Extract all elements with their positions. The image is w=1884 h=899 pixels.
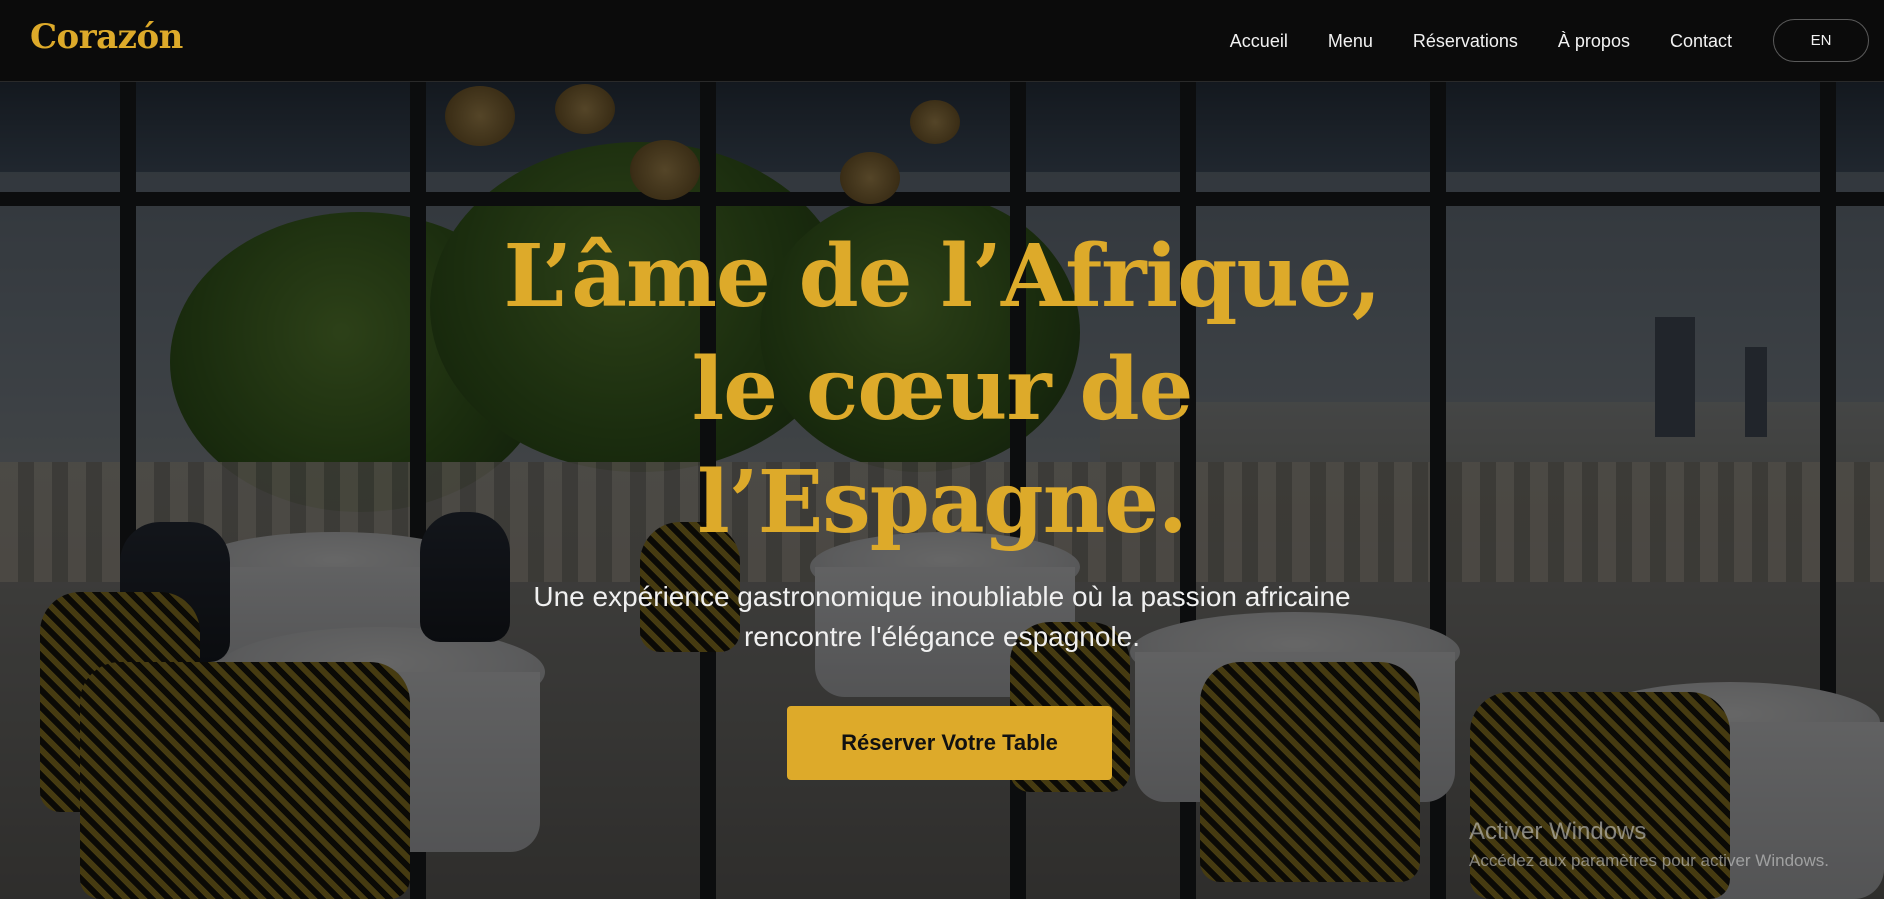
reserve-table-button[interactable]: Réserver Votre Table: [787, 706, 1112, 780]
hero-title: L’âme de l’Afrique, le cœur de l’Espagne…: [442, 220, 1442, 559]
nav-link-contact[interactable]: Contact: [1670, 31, 1732, 52]
nav-link-menu[interactable]: Menu: [1328, 31, 1373, 52]
hero-title-line-3: l’Espagne.: [697, 452, 1188, 553]
hero-subtitle-line-2: rencontre l'élégance espagnole.: [743, 621, 1141, 652]
top-navbar: Corazón Accueil Menu Réservations À prop…: [0, 0, 1884, 82]
brand-logo[interactable]: Corazón: [30, 17, 183, 57]
hero-title-line-1: L’âme de l’Afrique,: [503, 226, 1381, 327]
hero-section: L’âme de l’Afrique, le cœur de l’Espagne…: [0, 82, 1884, 899]
hero-subtitle-line-1: Une expérience gastronomique inoubliable…: [533, 581, 1351, 612]
nav-link-accueil[interactable]: Accueil: [1230, 31, 1288, 52]
main-nav: Accueil Menu Réservations À propos Conta…: [1230, 0, 1732, 82]
hero-title-line-2: le cœur de: [691, 339, 1194, 440]
language-toggle-button[interactable]: EN: [1773, 19, 1869, 62]
hero-subtitle: Une expérience gastronomique inoubliable…: [442, 577, 1442, 657]
nav-link-a-propos[interactable]: À propos: [1558, 31, 1630, 52]
nav-link-reservations[interactable]: Réservations: [1413, 31, 1518, 52]
